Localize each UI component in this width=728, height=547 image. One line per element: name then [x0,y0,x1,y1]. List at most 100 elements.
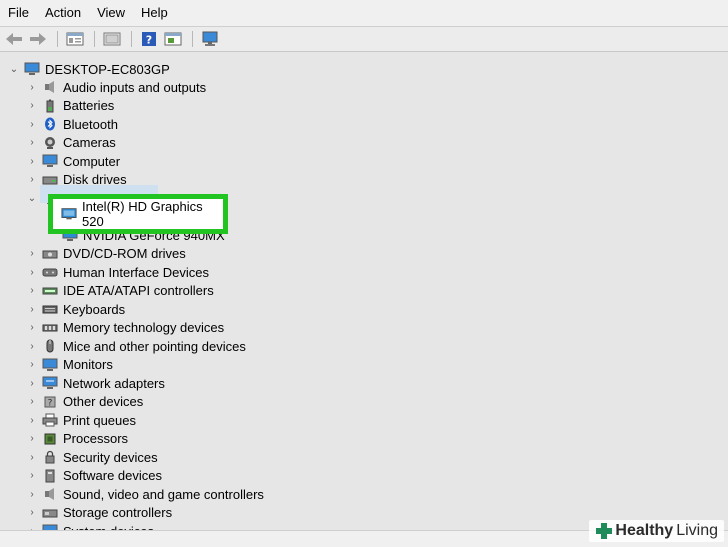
tree-category-label: Keyboards [63,301,126,317]
tree-category-system-devices[interactable]: ›System devices [26,522,154,530]
tree-category-memory-technology-devices[interactable]: › Memory technology devices [26,319,224,337]
chevron-right-icon[interactable]: › [26,100,38,112]
bluetooth-icon [42,116,58,132]
help-icon[interactable]: ? [138,28,160,50]
healthy-living-watermark: Healthy Living [589,520,724,542]
tree-root[interactable]: ⌄ DESKTOP-EC803GP [8,60,170,78]
dvd-cd-rom-drives-icon [42,246,58,262]
chevron-right-icon[interactable]: › [26,322,38,334]
chevron-right-icon[interactable]: › [26,118,38,130]
batteries-icon [42,98,58,114]
tree-category-label: Computer [63,153,121,169]
keyboards-icon [42,301,58,317]
network-adapters-icon [42,375,58,391]
back-arrow-icon[interactable] [3,28,25,50]
chevron-right-icon[interactable]: › [26,451,38,463]
tree-category-sound-video-and-game-controllers[interactable]: › Sound, video and game controllers [26,485,264,503]
mice-and-other-pointing-devices-icon [42,338,58,354]
sound-video-and-game-controllers-icon [42,486,58,502]
chevron-right-icon[interactable]: › [26,155,38,167]
menu-view[interactable]: View [89,0,133,26]
scan-hardware-icon[interactable] [199,28,221,50]
chevron-right-icon[interactable]: › [26,396,38,408]
tree-category-software-devices[interactable]: › Software devices [26,467,162,485]
svg-text:?: ? [146,34,152,47]
svg-text:?: ? [48,398,53,408]
tree-category-label: Bluetooth [63,116,118,132]
chevron-right-icon[interactable]: › [26,285,38,297]
tree-category-batteries[interactable]: › Batteries [26,97,114,115]
toolbar-separator [192,31,193,47]
menu-bar: File Action View Help [0,0,728,27]
tree-category-label: Batteries [63,98,115,113]
menu-action[interactable]: Action [37,0,89,26]
chevron-right-icon[interactable]: › [26,137,38,149]
view-icon[interactable] [101,28,123,50]
chevron-right-icon[interactable]: › [26,81,38,93]
properties-icon[interactable] [64,28,86,50]
chevron-right-icon[interactable]: › [26,340,38,352]
watermark-brand: Healthy [615,522,674,539]
chevron-right-icon[interactable]: › [26,470,38,482]
chevron-right-icon[interactable]: › [26,359,38,371]
tree-category-label: Other devices [63,394,144,409]
tree-category-processors[interactable]: › Processors [26,430,128,448]
tree-category-label: Software devices [63,468,162,483]
chevron-right-icon[interactable]: › [26,174,38,186]
tree-category-label: Storage controllers [63,505,173,520]
tree-category-storage-controllers[interactable]: › Storage controllers [26,504,172,522]
tree-category-label: Security devices [63,449,158,465]
computer-icon [24,61,40,77]
chevron-right-icon[interactable]: › [26,433,38,445]
chevron-down-icon[interactable]: ⌄ [8,63,20,75]
chevron-right-icon[interactable]: › [26,266,38,278]
software-devices-icon [42,468,58,484]
tree-category-computer[interactable]: › Computer [26,152,120,170]
chevron-right-icon[interactable]: › [26,414,38,426]
chevron-right-icon[interactable]: › [26,303,38,315]
chevron-right-icon[interactable]: › [26,488,38,500]
tree-category-mice-and-other-pointing-devices[interactable]: › Mice and other pointing devices [26,337,246,355]
security-devices-icon [42,449,58,465]
device-tree: ⌄ DESKTOP-EC803GP › Audio inputs and outp… [0,52,728,530]
tree-category-bluetooth[interactable]: › Bluetooth [26,115,118,133]
processors-icon [42,431,58,447]
tree-category-label: Audio inputs and outputs [63,79,207,95]
tree-category-ide-ata-atapi-controllers[interactable]: › IDE ATA/ATAPI controllers [26,282,213,300]
audio-inputs-and-outputs-icon [42,79,58,95]
menu-file[interactable]: File [0,0,37,26]
tree-category-cameras[interactable]: › Cameras [26,134,115,152]
chevron-down-icon[interactable]: ⌄ [26,192,38,204]
tree-category-label: Human Interface Devices [63,264,209,280]
tree-category-label: Memory technology devices [63,320,225,335]
computer-icon [42,153,58,169]
tree-category-print-queues[interactable]: › Print queues [26,411,136,429]
tree-category-label: Network adapters [63,375,165,391]
tree-category-label: Print queues [63,412,136,428]
tree-category-keyboards[interactable]: › Keyboards [26,300,125,318]
menu-help[interactable]: Help [133,0,176,26]
tree-category-security-devices[interactable]: › Security devices [26,448,158,466]
tree-category-monitors[interactable]: › Monitors [26,356,113,374]
toolbar-separator [131,31,132,47]
tree-category-dvd-cd-rom-drives[interactable]: › DVD/CD-ROM drives [26,245,185,263]
highlight-box[interactable]: Intel(R) HD Graphics 520 [48,194,228,234]
update-driver-icon[interactable] [162,28,184,50]
toolbar-separator [57,31,58,47]
tree-category-network-adapters[interactable]: › Network adapters [26,374,165,392]
forward-arrow-icon[interactable] [27,28,49,50]
print-queues-icon [42,412,58,428]
root-computer-name: DESKTOP-EC803GP [45,61,170,77]
tree-category-audio-inputs-and-outputs[interactable]: › Audio inputs and outputs [26,78,206,96]
tree-category-label: Sound, video and game controllers [63,486,264,502]
chevron-right-icon[interactable]: › [26,377,38,389]
other-devices-icon: ? [42,394,58,410]
tree-category-label: Monitors [63,357,113,372]
chevron-right-icon[interactable]: › [26,248,38,260]
intel-hd-graphics-label: Intel(R) HD Graphics 520 [82,199,203,229]
tree-category-other-devices[interactable]: ›? Other devices [26,393,143,411]
chevron-right-icon[interactable]: › [26,507,38,519]
human-interface-devices-icon [42,264,58,280]
plus-logo-icon [596,523,613,539]
tree-category-human-interface-devices[interactable]: › Human Interface Devices [26,263,209,281]
